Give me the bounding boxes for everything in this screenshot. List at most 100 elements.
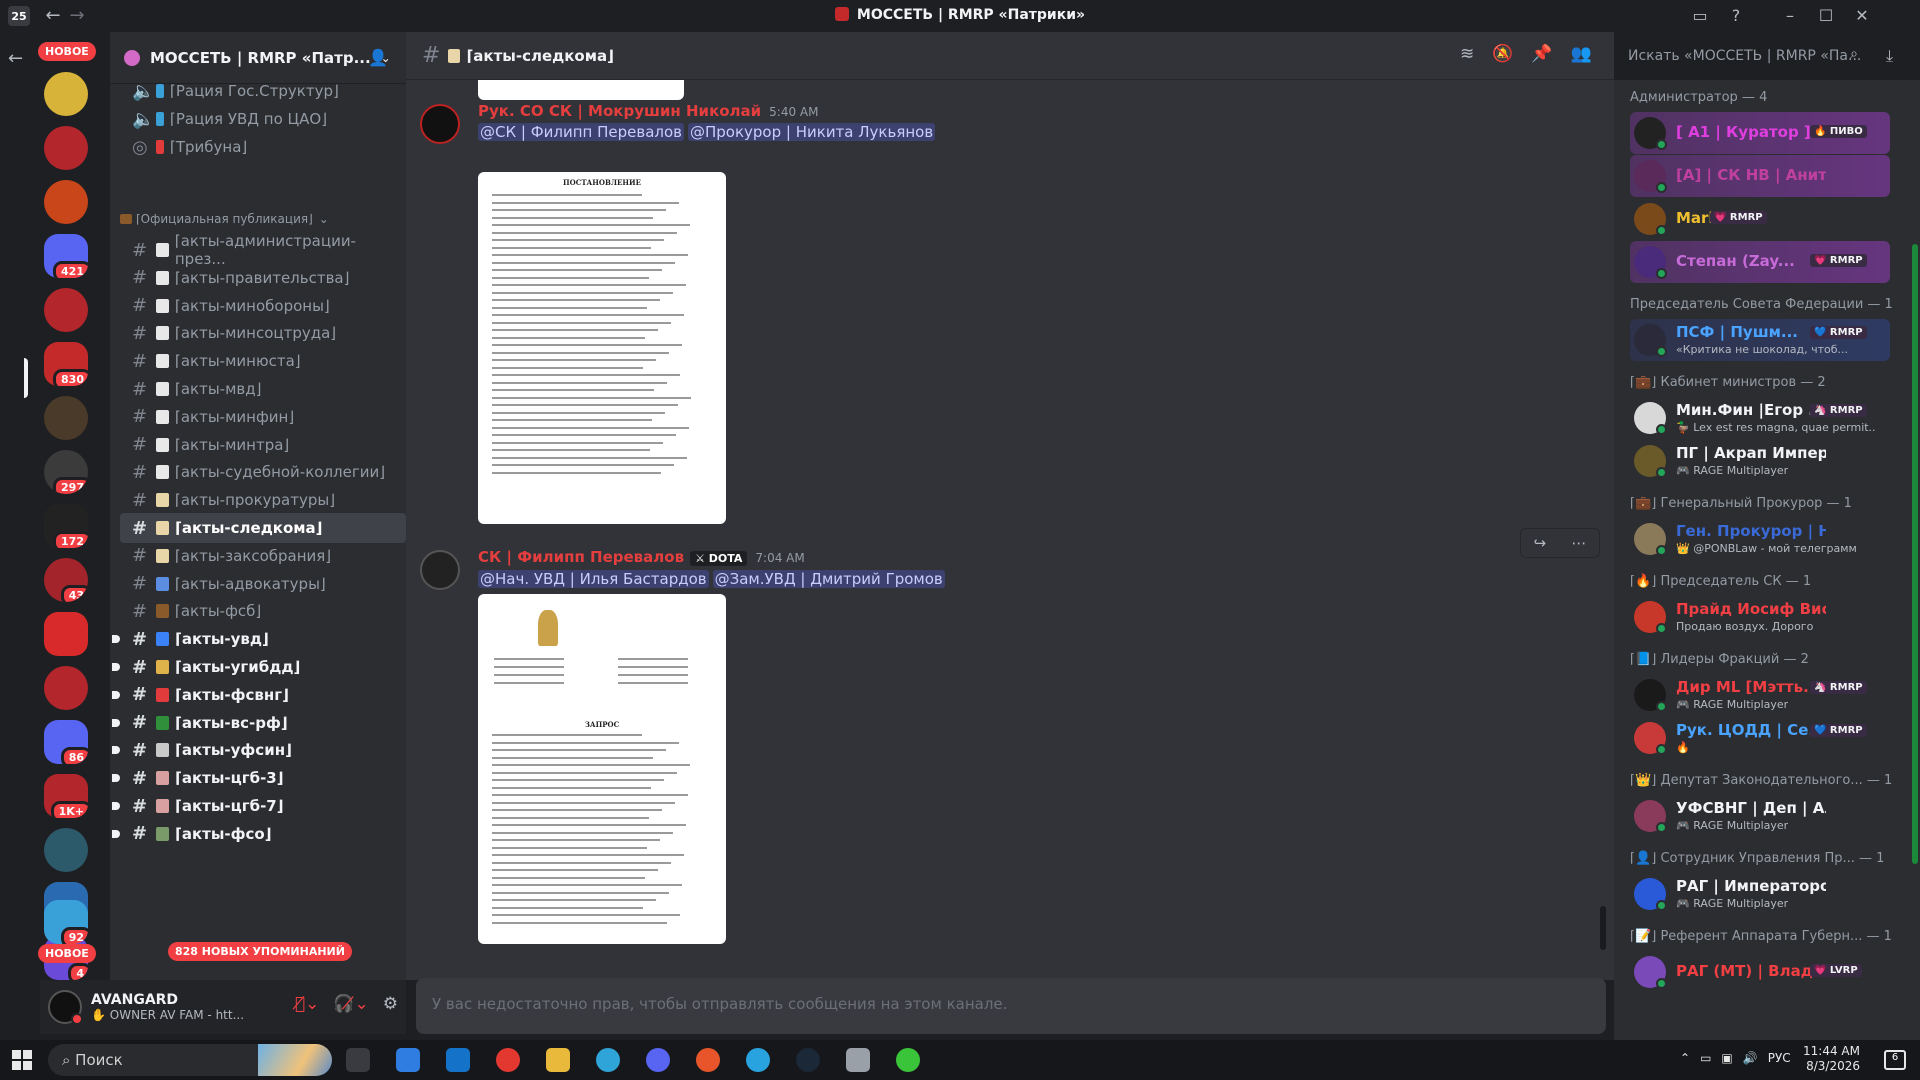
channel-item[interactable]: # ⌈акты-мвд⌋ [120,374,406,404]
avatar[interactable] [48,990,83,1025]
member-item[interactable]: Прайд Иосиф Виссарио... Продаю воздух. До… [1630,596,1890,638]
pin-icon[interactable]: 📌 [1531,44,1552,64]
help-icon[interactable]: ? [1722,4,1750,28]
channel-item[interactable]: # ⌈акты-администрации-през... [120,232,406,268]
channel-item[interactable]: # ⌈акты-вс-рф⌋ [112,708,406,738]
forward-icon[interactable]: → [66,5,88,26]
server-icon[interactable] [44,180,88,224]
server-icon[interactable] [44,666,88,710]
server-icon[interactable] [44,288,88,332]
member-item[interactable]: Мин.Фин |Егор ... 🦄 RMRP 🦆 Lex est res mag… [1630,397,1890,439]
mention[interactable]: @СК | Филипп Перевалов [478,123,684,141]
collapse-arrow-icon[interactable]: ← [8,48,23,69]
app-icon[interactable] [696,1048,720,1072]
headphones-muted-icon[interactable]: 🎧̸⌄ [333,994,368,1014]
more-icon[interactable]: ⋯ [1571,534,1586,552]
message-author[interactable]: СК | Филипп Перевалов ⚔ DOTA 7:04 AM [478,548,805,566]
search-input[interactable]: Искать «МОССЕТЬ | RMRP «Па... ⌕ [1620,42,1864,70]
chevron-up-icon[interactable]: ⌃ [1680,1051,1690,1065]
maximize-button[interactable]: ☐ [1812,4,1840,28]
member-item[interactable]: Степан (Zay... 💗 RMRP [1630,241,1890,283]
invite-icon[interactable]: 👤 [368,48,388,67]
server-icon-moccet[interactable]: 830 [44,342,88,386]
mic-muted-icon[interactable]: 🎙̸⌄ [295,994,319,1014]
explorer-icon[interactable] [546,1048,570,1072]
discord-icon[interactable] [646,1048,670,1072]
member-item[interactable]: Рук. ЦОДД | Се... 💙 RMRP 🔥 [1630,717,1890,759]
windows-start-icon[interactable] [12,1050,32,1070]
channel-item[interactable]: # ⌈акты-минтра⌋ [120,430,406,460]
author-name[interactable]: СК | Филипп Перевалов [478,548,684,566]
notification-center-icon[interactable]: 6 [1884,1050,1906,1070]
gear-icon[interactable]: ⚙ [383,994,398,1014]
close-button[interactable]: ✕ [1848,4,1876,28]
battery-icon[interactable]: ▭ [1700,1051,1711,1065]
chat-scrollbar[interactable] [1600,906,1606,950]
mentions-pill[interactable]: 828 НОВЫХ УПОМИНАНИЙ [168,942,352,961]
server-icon[interactable]: 297 [44,450,88,494]
member-item[interactable]: РАГ | Императорова Кар... 🎮 RAGE Multipla… [1630,873,1890,915]
member-scrollbar[interactable] [1912,244,1918,864]
member-item[interactable]: Ген. Прокурор | Никит... 👑 @PONBLaw - мой… [1630,518,1890,560]
clock[interactable]: 11:44 AM 8/3/2026 [1803,1044,1860,1074]
message-author[interactable]: Рук. СО СК | Мокрушин Николай 5:40 AM [478,102,819,120]
edge-icon[interactable] [596,1048,620,1072]
utorrent-icon[interactable] [896,1048,920,1072]
channel-item[interactable]: # ⌈акты-минфин⌋ [120,402,406,432]
member-item[interactable]: [А] | СК НВ | Анита (Н... [1630,155,1890,197]
channel-item[interactable]: # ⌈акты-адвокатуры⌋ [120,569,406,599]
network-icon[interactable]: ▣ [1721,1051,1732,1065]
channel-item[interactable]: # ⌈акты-цгб-3⌋ [112,763,406,793]
download-icon[interactable]: ⤓ [1886,46,1893,66]
member-item[interactable]: Дир ML [Мэтть... 🦄 RMRP 🎮 RAGE Multiplayer [1630,674,1890,716]
voice-channel[interactable]: ◎ ⌈Трибуна⌋ [120,132,406,162]
forward-icon[interactable]: ↪ [1534,534,1547,552]
members-icon[interactable]: 👥 [1571,44,1592,64]
category-official[interactable]: ⌈Официальная публикация⌋ ⌄ [120,212,329,226]
notifications-muted-icon[interactable]: 🔕 [1492,44,1513,64]
server-icon[interactable] [44,72,88,116]
mention[interactable]: @Нач. УВД | Илья Бастардов [478,570,709,588]
channel-item[interactable]: # ⌈акты-цгб-7⌋ [112,791,406,821]
channel-item[interactable]: # ⌈акты-правительства⌋ [120,263,406,293]
server-icon[interactable] [44,396,88,440]
inbox-icon[interactable]: ▭ [1686,4,1714,28]
back-icon[interactable]: ← [42,5,64,26]
member-item[interactable]: Mark 💗 RMRP [1630,198,1890,240]
member-item[interactable]: ПГ | Акрап Императоров 🎮 RAGE Multiplayer [1630,440,1890,482]
member-item[interactable]: РАГ (МТ) | Влад... 💗 LVRP [1630,951,1890,993]
task-view-icon[interactable] [346,1048,370,1072]
member-item[interactable]: [ A1 | Куратор ] ... 🔥 ПИВО [1630,112,1890,154]
channel-item[interactable]: # ⌈акты-увд⌋ [112,624,406,654]
volume-icon[interactable]: 🔊 [1743,1051,1758,1065]
image-attachment-prev[interactable] [478,80,684,100]
outlook-icon[interactable] [446,1048,470,1072]
image-attachment-postanovlenie[interactable]: ПОСТАНОВЛЕНИЕ [478,172,726,524]
image-attachment-zapros[interactable]: ЗАПРОС [478,594,726,944]
channel-item[interactable]: # ⌈акты-фсвнг⌋ [112,680,406,710]
language-indicator[interactable]: РУС [1768,1051,1791,1065]
steam-icon[interactable] [796,1048,820,1072]
server-icon[interactable] [44,612,88,656]
server-icon[interactable] [44,828,88,872]
server-icon[interactable] [44,126,88,170]
new-pill-bottom[interactable]: НОВОЕ [38,944,96,963]
server-icon[interactable]: 43 [44,558,88,602]
store-icon[interactable] [396,1048,420,1072]
mention[interactable]: @Прокурор | Никита Лукьянов [688,123,936,141]
channel-item[interactable]: # ⌈акты-уфсин⌋ [112,735,406,765]
channel-item[interactable]: # ⌈акты-фсо⌋ [112,819,406,849]
server-icon[interactable]: 92 [44,900,88,944]
channel-item[interactable]: # ⌈акты-прокуратуры⌋ [120,485,406,515]
channel-item[interactable]: # ⌈акты-минобороны⌋ [120,291,406,321]
voice-channel[interactable]: 🔈 ⌈Рация УВД по ЦАО⌋ [120,104,406,134]
channel-item[interactable]: # ⌈акты-судебной-коллегии⌋ [120,457,406,487]
server-icon[interactable]: 421 [44,234,88,278]
telegram-icon[interactable] [746,1048,770,1072]
channel-item[interactable]: # ⌈акты-угибдд⌋ [112,652,406,682]
channel-item[interactable]: # ⌈акты-минсоцтруда⌋ [120,318,406,348]
voice-channel[interactable]: 🔈 ⌈Рация Гос.Структур⌋ [120,76,406,106]
channel-item[interactable]: # ⌈акты-заксобрания⌋ [120,541,406,571]
mention[interactable]: @Зам.УВД | Дмитрий Громов [712,570,945,588]
avatar[interactable] [420,104,460,144]
